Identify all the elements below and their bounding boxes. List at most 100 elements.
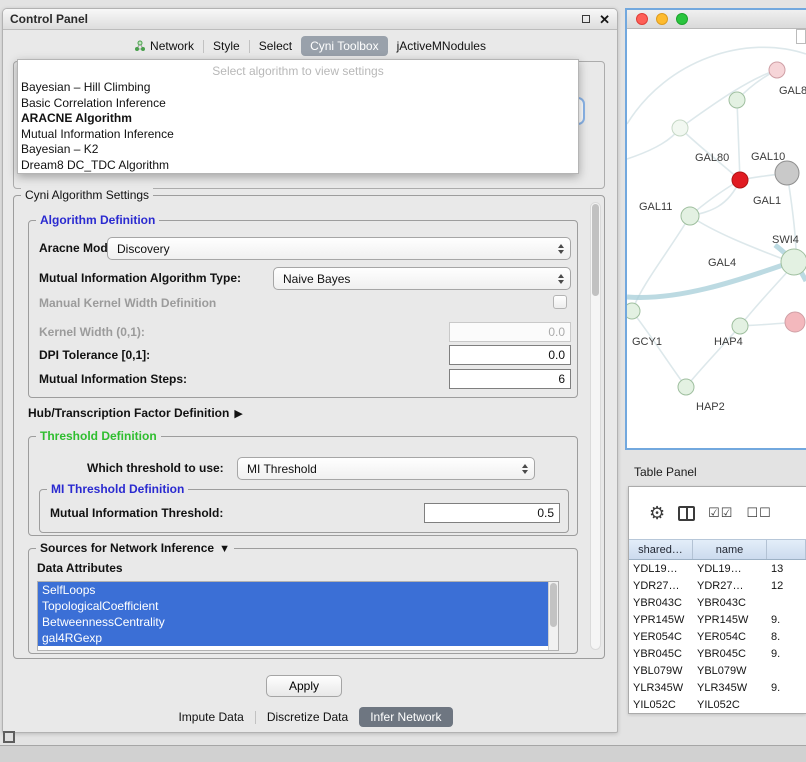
sources-title-row[interactable]: Sources for Network Inference ▼	[36, 541, 234, 556]
apply-button[interactable]: Apply	[266, 675, 342, 697]
table-row[interactable]: YPR145WYPR145W9.	[629, 611, 806, 628]
attribute-item-selected[interactable]: BetweennessCentrality	[38, 614, 548, 630]
column-header-shared-name[interactable]: shared…	[629, 540, 693, 559]
network-node[interactable]	[775, 161, 799, 185]
dropdown-item-basic-correlation[interactable]: Basic Correlation Inference	[18, 96, 578, 112]
network-node[interactable]	[729, 92, 745, 108]
bottom-tabs: Impute Data Discretize Data Infer Networ…	[3, 707, 617, 727]
column-header-name[interactable]: name	[693, 540, 767, 559]
node-label: HAP2	[696, 401, 725, 413]
scrollbar-corner[interactable]	[796, 29, 806, 44]
algorithm-definition-title: Algorithm Definition	[36, 213, 159, 227]
traffic-light-zoom-icon[interactable]	[676, 13, 688, 25]
network-node[interactable]	[732, 318, 748, 334]
column-header-extra[interactable]	[767, 540, 806, 559]
checked-boxes-icon[interactable]: ☑☑	[708, 505, 733, 521]
bottom-status-bar	[0, 745, 806, 762]
tab-discretize-data[interactable]: Discretize Data	[256, 707, 359, 727]
attribute-item-selected[interactable]: gal4RGexp	[38, 630, 548, 646]
tab-jactivemnodules[interactable]: jActiveMNodules	[388, 36, 495, 56]
attribute-item-selected[interactable]: SelfLoops	[38, 582, 548, 598]
manual-kernel-label: Manual Kernel Width Definition	[39, 296, 216, 310]
tab-label: Select	[259, 39, 292, 53]
expand-caret-icon[interactable]: ▶	[234, 407, 242, 420]
network-node[interactable]	[769, 62, 785, 78]
aracne-mode-combo[interactable]: Discovery	[107, 237, 571, 260]
combo-arrows-icon	[558, 268, 564, 289]
node-label: HAP4	[714, 336, 743, 348]
network-node-red[interactable]	[732, 172, 748, 188]
threshold-definition-title: Threshold Definition	[36, 429, 161, 443]
which-threshold-combo[interactable]: MI Threshold	[237, 457, 535, 480]
network-node[interactable]	[681, 207, 699, 225]
network-node[interactable]	[672, 120, 688, 136]
attribute-list-scrollbar-thumb[interactable]	[550, 583, 557, 627]
network-node[interactable]	[781, 249, 806, 275]
mi-threshold-definition-group: MI Threshold Definition Mutual Informati…	[39, 489, 569, 533]
traffic-light-minimize-icon[interactable]	[656, 13, 668, 25]
tab-select[interactable]: Select	[250, 36, 301, 56]
unchecked-boxes-icon[interactable]: ☐☐	[746, 505, 771, 521]
network-node[interactable]	[627, 303, 640, 319]
columns-icon[interactable]	[678, 506, 695, 521]
settings-scrollbar[interactable]	[590, 202, 601, 650]
mi-threshold-input[interactable]	[424, 503, 560, 523]
dropdown-item-aracne[interactable]: ARACNE Algorithm	[18, 111, 578, 127]
combo-arrows-icon	[558, 238, 564, 259]
traffic-light-close-icon[interactable]	[636, 13, 648, 25]
dropdown-item-bayesian-hill-climbing[interactable]: Bayesian – Hill Climbing	[18, 80, 578, 96]
table-panel-window: ⚙ ☑☑ ☐☐ shared… name YDL19…YDL19…13 YDR2…	[628, 486, 806, 714]
tab-infer-network[interactable]: Infer Network	[359, 707, 452, 727]
table-row[interactable]: YBR043CYBR043C	[629, 594, 806, 611]
network-canvas[interactable]: GAL8 GAL80 GAL10 GAL11 GAL1 SWI4 GAL4 GC…	[627, 29, 806, 450]
node-label: GAL80	[695, 152, 729, 164]
network-node[interactable]	[678, 379, 694, 395]
table-row[interactable]: YDL19…YDL19…13	[629, 560, 806, 577]
float-window-icon[interactable]	[582, 15, 590, 23]
table-row[interactable]: YDR27…YDR27…12	[629, 577, 806, 594]
node-label: GCY1	[632, 336, 662, 348]
node-label: GAL10	[751, 151, 785, 163]
table-row[interactable]: YIL052CYIL052C	[629, 696, 806, 713]
network-view-window: GAL8 GAL80 GAL10 GAL11 GAL1 SWI4 GAL4 GC…	[625, 8, 806, 450]
dropdown-item-bayesian-k2[interactable]: Bayesian – K2	[18, 142, 578, 158]
hub-tf-section-header[interactable]: Hub/Transcription Factor Definition ▶	[28, 406, 243, 420]
network-window-titlebar[interactable]	[627, 10, 806, 29]
attribute-list-scrollbar[interactable]	[548, 582, 558, 650]
mi-steps-input[interactable]	[449, 369, 571, 389]
control-panel-titlebar[interactable]: Control Panel ✕	[3, 9, 617, 30]
collapse-caret-icon[interactable]: ▼	[219, 543, 230, 555]
table-row[interactable]: YBL079WYBL079W	[629, 662, 806, 679]
node-label: GAL4	[708, 257, 736, 269]
tab-label: Network	[150, 39, 194, 53]
dropdown-item-dream8[interactable]: Dream8 DC_TDC Algorithm	[18, 158, 578, 174]
mi-algorithm-type-combo[interactable]: Naive Bayes	[273, 267, 571, 290]
control-panel-title: Control Panel	[10, 12, 88, 26]
manual-kernel-checkbox[interactable]	[553, 295, 567, 309]
table-row[interactable]: YBR045CYBR045C9.	[629, 645, 806, 662]
settings-scrollbar-thumb[interactable]	[592, 204, 599, 296]
tab-impute-data[interactable]: Impute Data	[167, 707, 254, 727]
combo-arrows-icon	[522, 458, 528, 479]
tab-label: jActiveMNodules	[397, 39, 486, 53]
tab-cyni-toolbox[interactable]: Cyni Toolbox	[301, 36, 387, 56]
dpi-tolerance-input[interactable]	[449, 345, 571, 365]
dropdown-placeholder: Select algorithm to view settings	[18, 63, 578, 80]
mi-steps-label: Mutual Information Steps:	[39, 372, 187, 386]
network-tab-icon	[134, 40, 146, 52]
table-row[interactable]: YER054CYER054C8.	[629, 628, 806, 645]
panel-dock-icon[interactable]	[3, 731, 15, 743]
table-header: shared… name	[629, 539, 806, 560]
table-row[interactable]: YLR345WYLR345W9.	[629, 679, 806, 696]
sources-title: Sources for Network Inference	[40, 541, 214, 555]
network-node[interactable]	[785, 312, 805, 332]
gear-icon[interactable]: ⚙	[649, 504, 665, 522]
sources-group: Sources for Network Inference▼ Data Attr…	[28, 548, 578, 654]
tab-network[interactable]: Network	[125, 36, 203, 56]
node-label: GAL1	[753, 195, 781, 207]
attribute-item-selected[interactable]: TopologicalCoefficient	[38, 598, 548, 614]
kernel-width-input	[449, 322, 571, 342]
tab-style[interactable]: Style	[204, 36, 249, 56]
dropdown-item-mutual-information[interactable]: Mutual Information Inference	[18, 127, 578, 143]
close-icon[interactable]: ✕	[599, 13, 610, 26]
